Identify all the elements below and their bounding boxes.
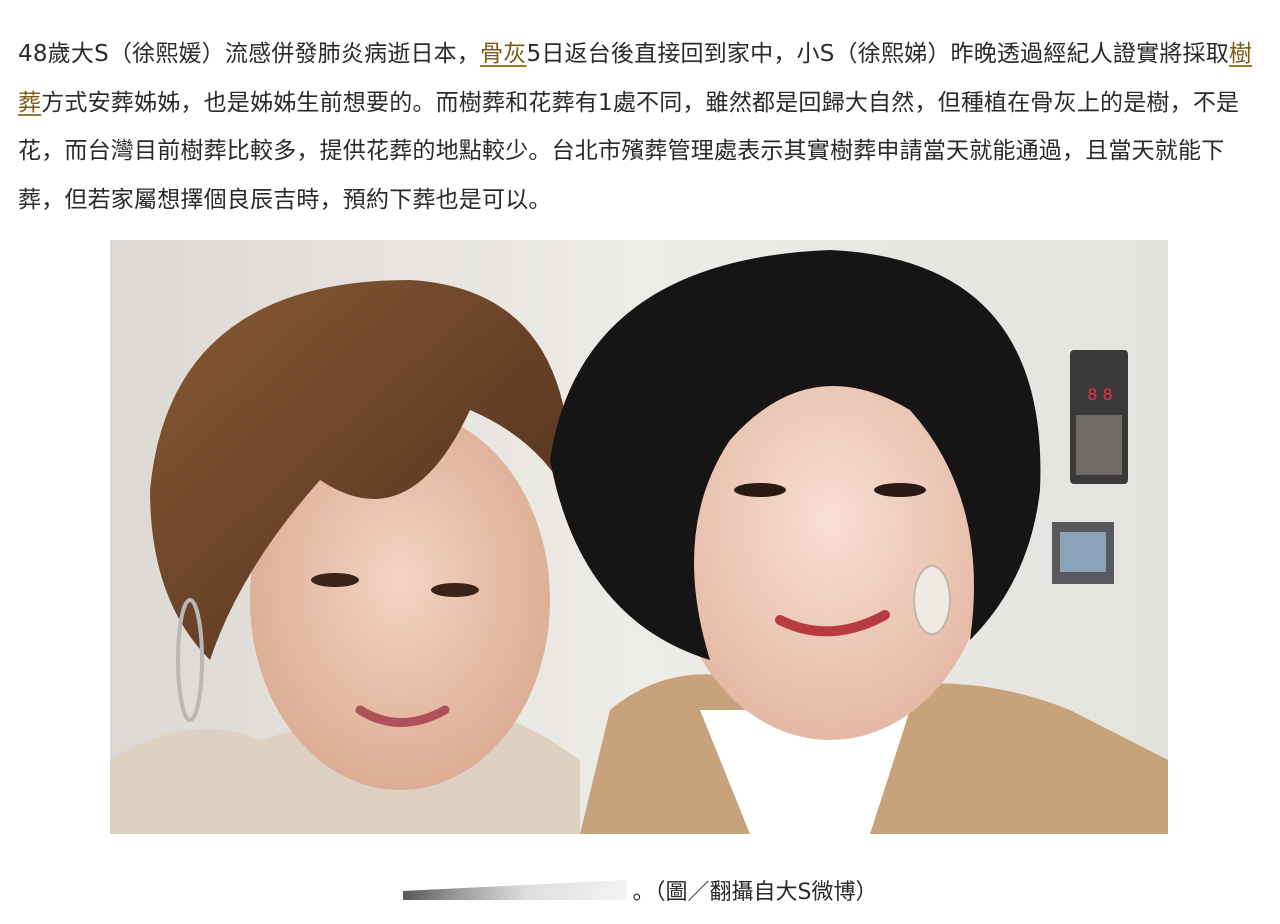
svg-text:8 8: 8 8 (1087, 385, 1112, 404)
bone-ash-link[interactable]: 骨灰 (480, 41, 526, 67)
article-text-segment-2: 5日返台後直接回到家中，小S（徐熙娣）昨晚透過經紀人證實將採取 (526, 41, 1229, 67)
photo-caption: 。（圖／翻攝自大S微博） (0, 868, 1280, 912)
redacted-caption-block (402, 880, 627, 900)
article-text-segment-3: 方式安葬姊姊，也是姊姊生前想要的。而樹葬和花葬有1處不同，雖然都是回歸大自然，但… (18, 89, 1240, 213)
photo-illustration: 8 8 (110, 240, 1168, 834)
article-photo: 8 8 (110, 240, 1168, 834)
caption-text: 。（圖／翻攝自大S微博） (632, 880, 878, 905)
article-text-segment-1: 48歲大S（徐熙媛）流感併發肺炎病逝日本， (18, 41, 481, 67)
article-paragraph: 48歲大S（徐熙媛）流感併發肺炎病逝日本，骨灰5日返台後直接回到家中，小S（徐熙… (18, 30, 1268, 224)
